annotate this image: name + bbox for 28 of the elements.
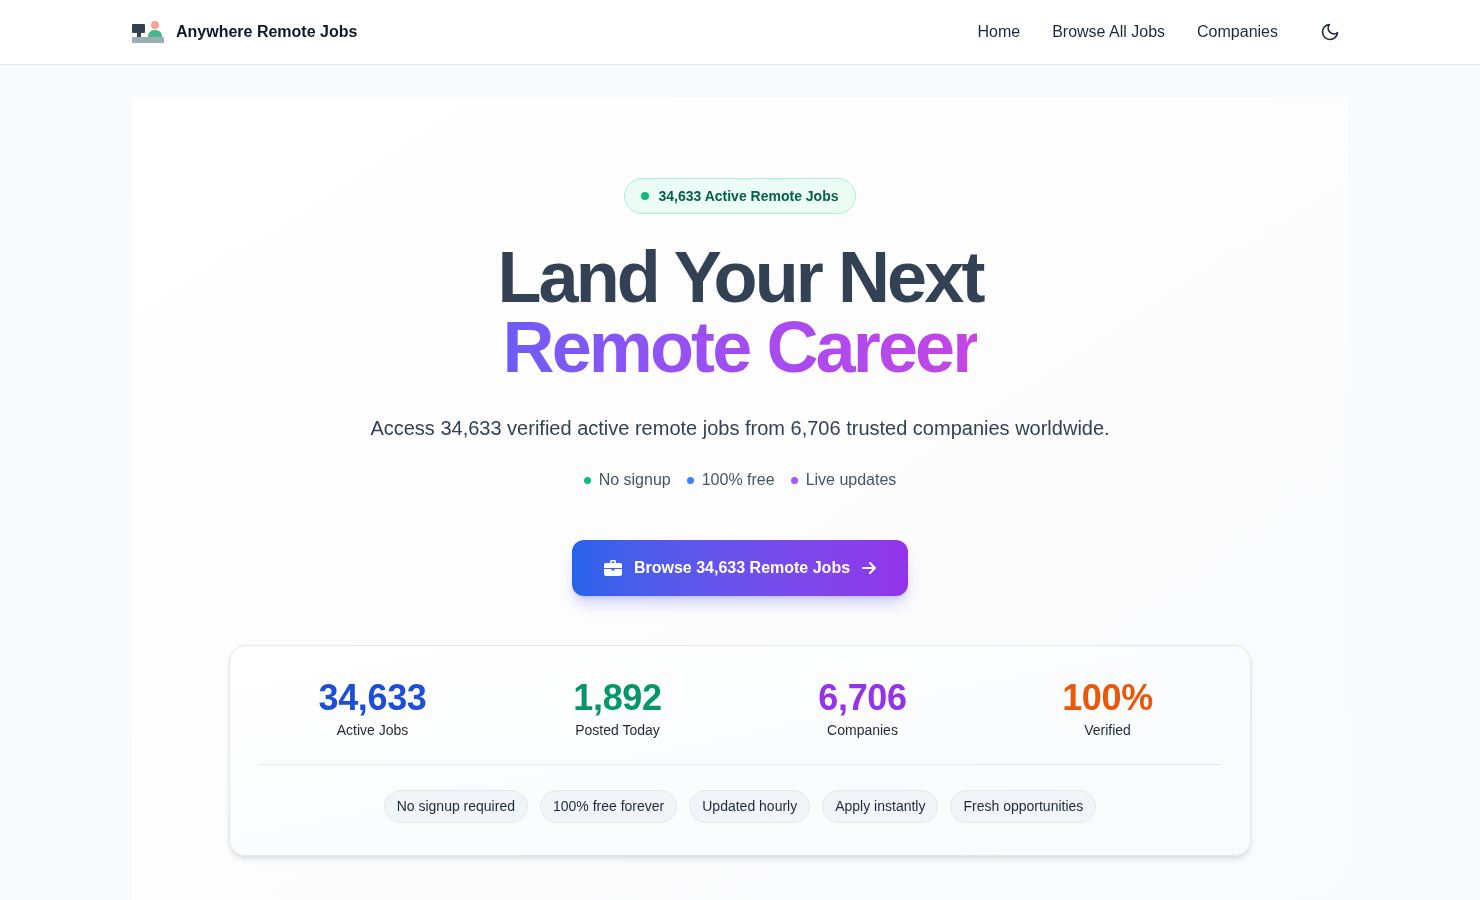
- headline: Land Your Next: [497, 242, 983, 312]
- stat-value: 6,706: [818, 678, 907, 718]
- remote-worker-logo-icon: [132, 21, 164, 43]
- highlight-text: No signup: [598, 470, 671, 490]
- highlight-text: Live updates: [805, 470, 897, 490]
- hero-subtitle: Access 34,633 verified active remote jobs from 6,706 trusted companies worldwide.: [370, 416, 1110, 441]
- stat-label: Posted Today: [575, 721, 660, 740]
- logo-link[interactable]: Anywhere Remote Jobs: [132, 20, 358, 44]
- badge-text: 34,633 Active Remote Jobs: [658, 186, 839, 206]
- nav-link[interactable]: Browse All Jobs: [1052, 20, 1166, 44]
- feature-tag: 100% free forever: [539, 790, 678, 823]
- feature-tag: No signup required: [383, 790, 528, 823]
- stat-label: Companies: [827, 721, 898, 740]
- nav-link[interactable]: Home: [977, 20, 1021, 44]
- arrow-right-icon: [862, 562, 877, 574]
- moon-icon: [1320, 22, 1340, 42]
- feature-tag: Updated hourly: [689, 790, 811, 823]
- briefcase-icon: [603, 560, 622, 576]
- highlight-text: 100% free: [701, 470, 775, 490]
- stat-value: 100%: [1062, 678, 1153, 718]
- stat-label: Verified: [1084, 721, 1131, 740]
- feature-tag: Apply instantly: [822, 790, 939, 823]
- stat-value: 34,633: [318, 678, 427, 718]
- stat-label: Active Jobs: [336, 721, 409, 740]
- stat-value: 1,892: [573, 678, 662, 718]
- browse-jobs-button[interactable]: Browse 34,633 Remote Jobs: [571, 540, 909, 596]
- feature-tag: Fresh opportunities: [950, 790, 1097, 823]
- nav-link[interactable]: Companies: [1197, 20, 1278, 44]
